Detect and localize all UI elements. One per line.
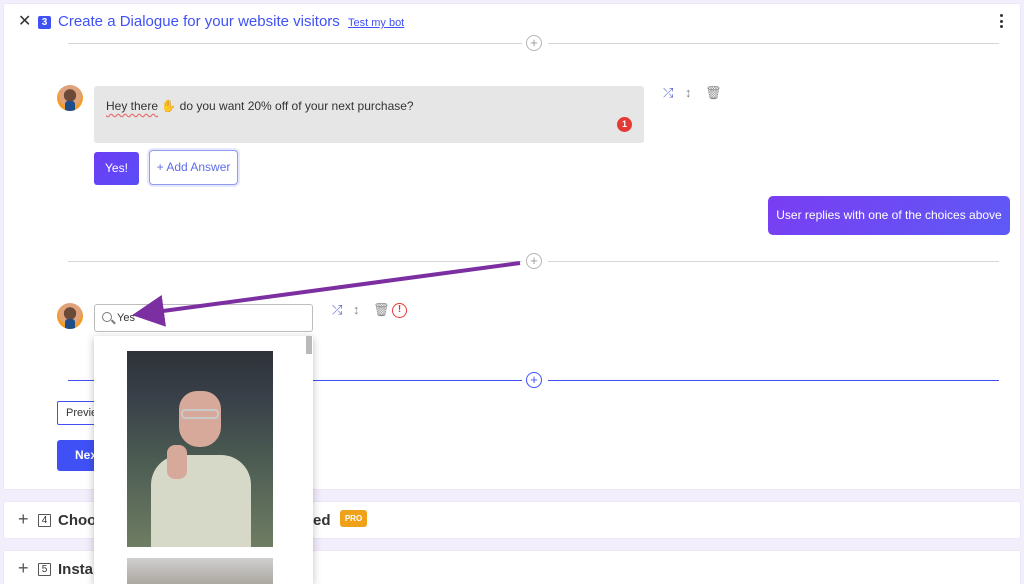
shuffle-icon[interactable]: ⤮: [663, 86, 673, 100]
bot-message-bubble[interactable]: Hey there ✋ do you want 20% off of your …: [94, 86, 644, 143]
add-step-plus-icon[interactable]: +: [526, 35, 542, 51]
error-circle-icon[interactable]: !: [392, 303, 407, 318]
test-my-bot-link[interactable]: Test my bot: [348, 17, 404, 29]
next-button[interactable]: Nex: [57, 440, 97, 471]
error-count-badge: 1: [617, 117, 632, 132]
trash-icon[interactable]: 🗑: [705, 86, 722, 100]
bot-message-text: Hey there ✋ do you want 20% off of your …: [106, 99, 414, 113]
panel-header: ✕ 3 Create a Dialogue for your website v…: [4, 4, 1020, 44]
add-step-plus-icon[interactable]: +: [526, 372, 542, 388]
gif-result-thumbnail[interactable]: [127, 351, 273, 547]
user-reply-bubble[interactable]: User replies with one of the choices abo…: [768, 196, 1010, 235]
gif-search-field[interactable]: [94, 304, 313, 332]
step-number-badge: 5: [38, 563, 51, 576]
preview-button[interactable]: Previe: [57, 401, 97, 425]
answer-yes-button[interactable]: Yes!: [94, 152, 139, 185]
shuffle-icon[interactable]: ⤮: [332, 303, 342, 317]
step-number-badge: 3: [38, 16, 51, 29]
trash-icon[interactable]: 🗑: [373, 303, 390, 317]
step-title: Instal: [58, 561, 98, 578]
bot-avatar: [57, 303, 83, 329]
divider: [68, 43, 522, 44]
move-vertical-icon[interactable]: ↕: [353, 303, 360, 317]
panel-title: Create a Dialogue for your website visit…: [58, 13, 340, 30]
expand-plus-icon[interactable]: +: [18, 559, 29, 577]
divider-active: [548, 380, 999, 381]
divider: [548, 43, 999, 44]
waving-hand-icon: ✋: [161, 99, 177, 113]
search-icon: [102, 312, 112, 322]
pro-badge: PRO: [340, 510, 367, 527]
scrollbar[interactable]: [306, 336, 312, 354]
close-icon[interactable]: ✕: [18, 14, 31, 30]
step-title-tail: ed: [313, 512, 331, 529]
more-options-icon[interactable]: [1000, 14, 1004, 30]
gif-search-input[interactable]: [117, 310, 307, 326]
divider: [68, 261, 522, 262]
expand-plus-icon[interactable]: +: [18, 510, 29, 528]
add-step-plus-icon[interactable]: +: [526, 253, 542, 269]
gif-results-dropdown: [94, 336, 313, 584]
add-answer-button[interactable]: + Add Answer: [149, 150, 238, 185]
move-vertical-icon[interactable]: ↕: [685, 86, 692, 100]
divider: [548, 261, 999, 262]
bot-avatar: [57, 85, 83, 111]
gif-result-thumbnail[interactable]: [127, 558, 273, 584]
step-number-badge: 4: [38, 514, 51, 527]
